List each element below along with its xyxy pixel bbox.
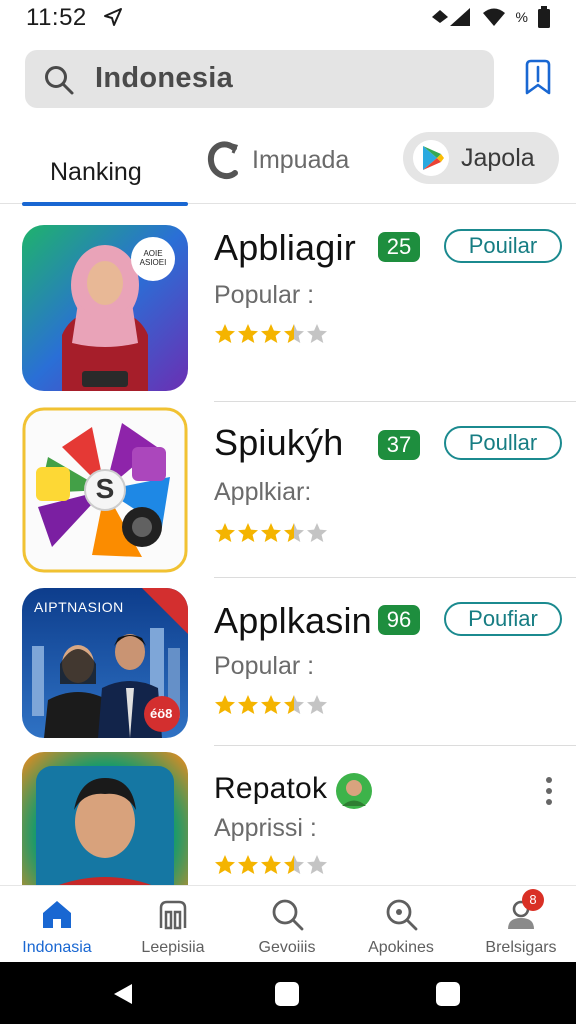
app-subtitle: Apprissi : [214, 814, 317, 842]
wifi-icon [482, 8, 505, 26]
rank-badge: 25 [378, 232, 420, 262]
navigation-arrow-icon [104, 8, 122, 26]
tab-japola[interactable]: Japola [403, 132, 559, 184]
app-name: Apbliagir [214, 227, 356, 268]
rating-stars [214, 854, 328, 876]
refresh-c-icon [207, 141, 239, 180]
star-icon [284, 855, 304, 874]
recents-button[interactable] [436, 982, 460, 1006]
search-bar[interactable]: Indonesia [25, 50, 494, 108]
app-name: Spiukýh [214, 422, 344, 463]
app-name: Applkasin [214, 600, 372, 641]
thumb-text: S [95, 473, 115, 504]
nav-label: Gevoiiis [258, 939, 316, 956]
star-icon [284, 695, 304, 714]
star-icon [307, 324, 327, 343]
search-alt-icon [386, 899, 418, 931]
popular-tag-button[interactable]: Pouilar [444, 229, 562, 263]
star-icon [215, 523, 235, 542]
star-icon [261, 523, 281, 542]
nav-gevoiiis[interactable]: Gevoiiis [232, 886, 342, 963]
battery-icon [538, 6, 550, 28]
app-subtitle: Applkiar: [214, 478, 312, 506]
thumb-title: AIPTNASION [34, 599, 124, 615]
star-icon [215, 855, 235, 874]
rank-badge: 37 [378, 430, 420, 460]
signal-icon [431, 8, 470, 26]
star-icon [284, 324, 304, 343]
nav-leepisiia[interactable]: Leepisiia [118, 886, 228, 963]
rating-stars [214, 694, 328, 716]
bottom-navigation: Indonasia Leepisiia Gevoiiis Apokines Br… [0, 885, 576, 962]
rating-stars [214, 323, 328, 345]
star-icon [261, 324, 281, 343]
star-icon [215, 695, 235, 714]
nav-label: Leepisiia [141, 939, 205, 956]
nav-label: Brelsigars [485, 939, 557, 956]
thumb-badge: éö8 [150, 706, 173, 721]
list-item[interactable]: S Spiukýh 37 Poullar Applkiar: [0, 402, 576, 578]
popular-tag-button[interactable]: Poullar [444, 426, 562, 460]
home-button[interactable] [275, 982, 299, 1006]
search-icon [272, 899, 304, 931]
tab-label: Japola [461, 144, 535, 172]
app-subtitle: Popular : [214, 652, 315, 680]
app-icon[interactable] [22, 752, 188, 885]
search-icon [45, 66, 74, 95]
star-icon [261, 695, 281, 714]
tab-label: Impuada [252, 146, 350, 174]
app-subtitle: Popular : [214, 281, 315, 309]
app-list: AOIE ASIOEI Apbliagir 25 Pouilar Popular… [0, 205, 576, 885]
home-icon [43, 901, 71, 928]
more-options-icon[interactable] [542, 776, 556, 806]
list-item[interactable]: AOIE ASIOEI Apbliagir 25 Pouilar Popular… [0, 205, 576, 402]
star-icon [307, 695, 327, 714]
rank-badge: 96 [378, 605, 420, 635]
play-store-icon [413, 140, 449, 176]
star-icon [307, 523, 327, 542]
wifi-label: % [515, 9, 528, 25]
star-icon [238, 855, 258, 874]
status-time: 11:52 [26, 4, 87, 31]
star-icon [307, 855, 327, 874]
app-name: Repatok [214, 772, 328, 805]
list-item[interactable]: Repatok Apprissi : [0, 746, 576, 885]
back-icon[interactable] [112, 982, 134, 1006]
app-icon[interactable]: S [22, 407, 188, 573]
search-input[interactable]: Indonesia [95, 62, 233, 95]
star-icon [284, 523, 304, 542]
rating-stars [214, 522, 328, 544]
category-tabs: Nanking Impuada Japola [0, 124, 576, 206]
thumb-text: AOIE ASIOEI [139, 249, 167, 267]
bookmark-icon[interactable] [519, 57, 557, 97]
app-icon[interactable]: AIPTNASION éö8 [22, 588, 188, 738]
tab-label: Nanking [50, 158, 142, 186]
tab-nanking[interactable]: Nanking [22, 136, 188, 206]
developer-avatar [336, 773, 372, 809]
nav-apokines[interactable]: Apokines [346, 886, 456, 963]
star-icon [215, 324, 235, 343]
star-icon [238, 523, 258, 542]
system-navigation-bar [0, 962, 576, 1024]
status-bar: 11:52 % [0, 0, 576, 36]
notification-badge: 8 [522, 889, 544, 911]
star-icon [261, 855, 281, 874]
tab-impuada[interactable]: Impuada [206, 140, 366, 184]
list-item[interactable]: AIPTNASION éö8 Applkasin 96 Poufiar Popu… [0, 578, 576, 746]
nav-indonasia[interactable]: Indonasia [2, 886, 112, 963]
apps-icon [159, 900, 187, 930]
star-icon [238, 324, 258, 343]
app-icon[interactable]: AOIE ASIOEI [22, 225, 188, 391]
star-icon [238, 695, 258, 714]
nav-brelsigars[interactable]: Brelsigars [466, 886, 576, 963]
nav-label: Apokines [368, 939, 434, 956]
nav-label: Indonasia [22, 939, 92, 956]
popular-tag-button[interactable]: Poufiar [444, 602, 562, 636]
